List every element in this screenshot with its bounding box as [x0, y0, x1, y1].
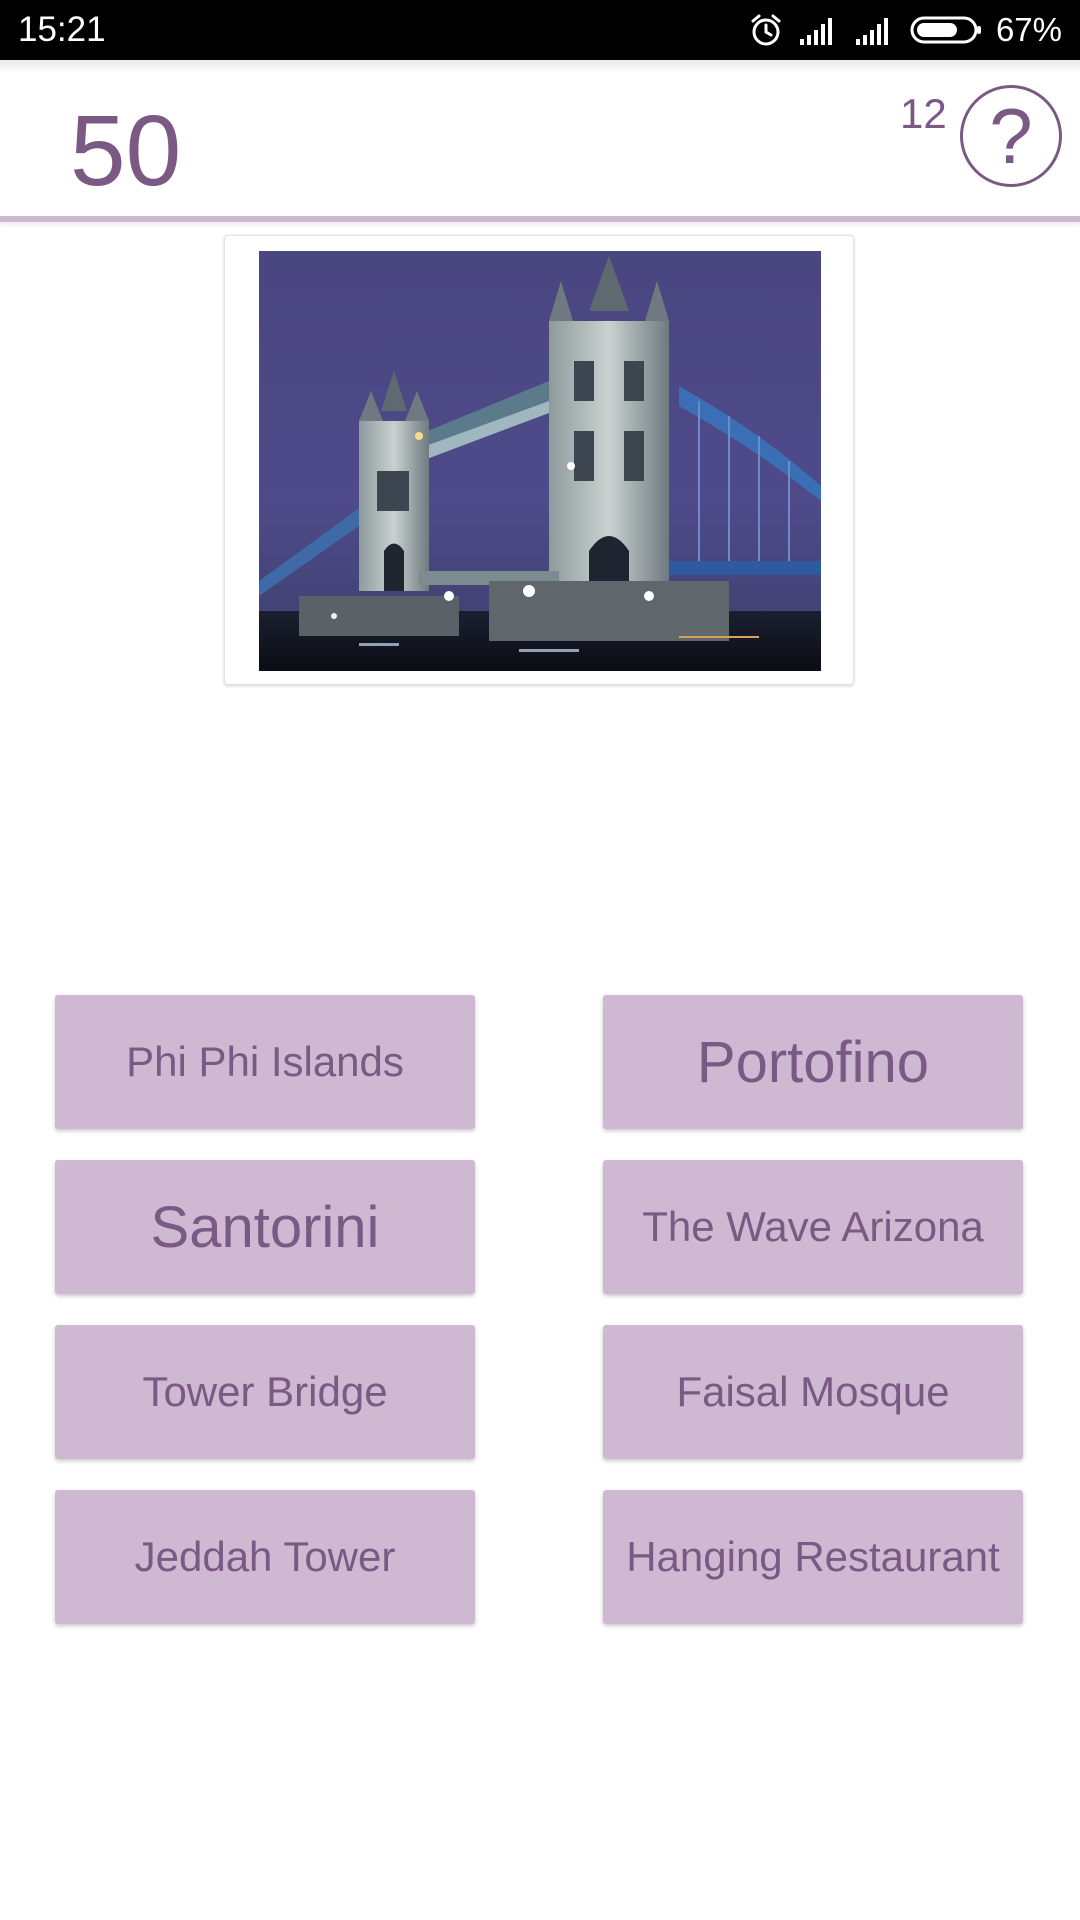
question-mark-icon: ?	[989, 92, 1033, 180]
tower-bridge-photo	[259, 251, 821, 671]
alarm-icon	[748, 12, 784, 48]
signal-icon	[798, 15, 840, 45]
answer-button[interactable]: Tower Bridge	[55, 1325, 475, 1459]
answer-button[interactable]: Hanging Restaurant	[603, 1490, 1023, 1624]
answer-button[interactable]: Phi Phi Islands	[55, 995, 475, 1129]
answer-button[interactable]: Faisal Mosque	[603, 1325, 1023, 1459]
status-icons: 67%	[748, 8, 1062, 52]
status-time: 15:21	[18, 10, 106, 49]
battery-percent: 67%	[995, 11, 1062, 48]
help-button[interactable]: ?	[960, 85, 1062, 187]
battery-icon	[910, 15, 982, 45]
game-header: 50 12 ?	[0, 60, 1080, 222]
signal-icon	[854, 15, 896, 45]
score-counter: 50	[70, 95, 182, 207]
hint-count: 12	[900, 90, 947, 137]
answer-button[interactable]: Santorini	[55, 1160, 475, 1294]
answer-button[interactable]: Jeddah Tower	[55, 1490, 475, 1624]
answer-button[interactable]: The Wave Arizona	[603, 1160, 1023, 1294]
question-image-card	[224, 235, 854, 685]
answer-button[interactable]: Portofino	[603, 995, 1023, 1129]
status-bar: 15:21 67%	[0, 0, 1080, 60]
